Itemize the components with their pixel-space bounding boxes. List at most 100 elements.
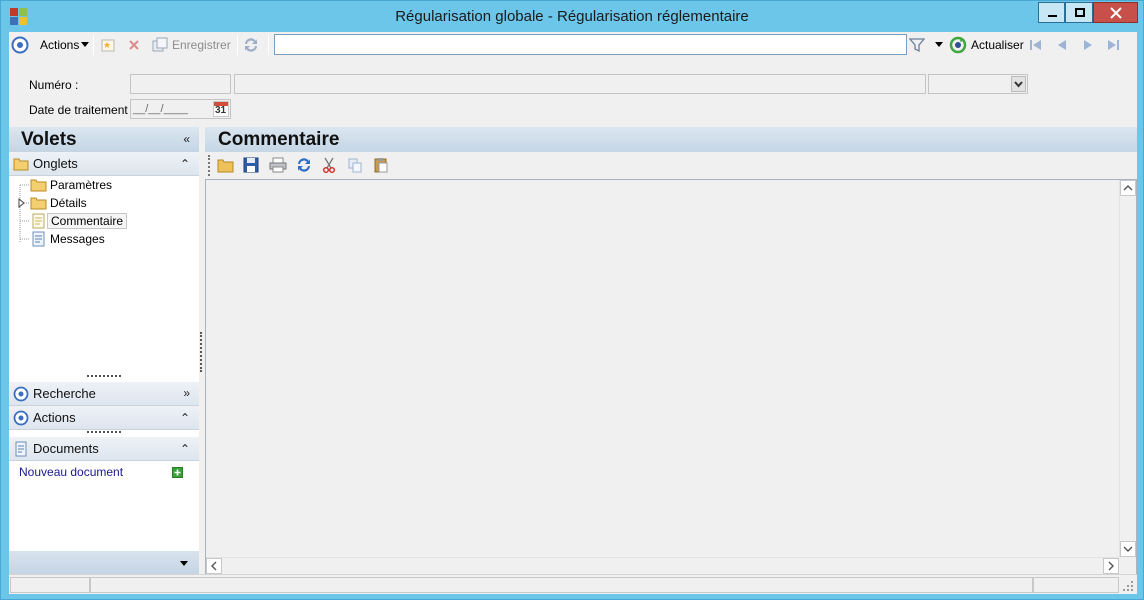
chevron-down-icon xyxy=(1014,81,1023,88)
nav-target-button[interactable] xyxy=(11,35,29,55)
numero-field[interactable] xyxy=(130,74,231,94)
new-document-link[interactable]: Nouveau document xyxy=(19,465,189,481)
first-record-button[interactable] xyxy=(1028,35,1044,55)
copy-icon xyxy=(348,158,362,173)
resize-grip-icon[interactable] xyxy=(1122,580,1134,592)
cut-button[interactable] xyxy=(321,155,337,175)
copy-button[interactable] xyxy=(347,155,363,175)
first-icon xyxy=(1030,40,1041,50)
close-button[interactable] xyxy=(1093,2,1138,23)
toolbar-separator xyxy=(93,35,94,55)
save-document-button[interactable] xyxy=(243,155,259,175)
numero-description-field[interactable] xyxy=(234,74,926,94)
panel-footer[interactable] xyxy=(9,551,199,575)
expand-arrow-icon[interactable] xyxy=(17,197,27,208)
tabs-tree: Paramètres Détails Commentaire Messages xyxy=(9,176,199,346)
scroll-up-button[interactable] xyxy=(1120,180,1136,196)
tree-item-messages[interactable]: Messages xyxy=(30,230,108,247)
vertical-scrollbar[interactable] xyxy=(1119,180,1136,557)
paste-button[interactable] xyxy=(373,155,389,175)
open-folder-icon xyxy=(217,159,234,172)
scroll-right-button[interactable] xyxy=(1103,558,1119,574)
actions-section-header[interactable]: Actions ⌃ xyxy=(9,406,199,430)
vertical-splitter[interactable] xyxy=(200,332,203,372)
tabs-section-header[interactable]: Onglets ⌃ xyxy=(9,152,199,176)
title-bar[interactable]: Régularisation globale - Régularisation … xyxy=(1,1,1143,32)
tabs-section-title: Onglets xyxy=(33,156,78,171)
tree-item-label: Détails xyxy=(50,195,87,210)
client-area: Actions Enregistrer Actualiser Numéro: … xyxy=(9,32,1137,594)
reload-icon xyxy=(298,158,310,172)
main-toolbar: Actions Enregistrer Actualiser xyxy=(9,32,1137,58)
tree-item-details[interactable]: Détails xyxy=(17,194,90,211)
comment-editor[interactable] xyxy=(205,179,1137,575)
actions-menu-label: Actions xyxy=(40,38,80,52)
previous-record-button[interactable] xyxy=(1054,35,1070,55)
search-section-title: Recherche xyxy=(33,386,96,401)
chevron-up-icon[interactable]: ⌃ xyxy=(180,157,190,171)
filter-button[interactable] xyxy=(909,35,925,55)
dropdown-button[interactable] xyxy=(1011,76,1026,92)
sync-button[interactable] xyxy=(242,35,260,55)
toolbar-separator xyxy=(268,35,269,55)
open-button[interactable] xyxy=(217,155,234,175)
maximize-icon xyxy=(1075,8,1085,17)
maximize-button[interactable] xyxy=(1065,2,1093,23)
date-label: Date de traitement : xyxy=(29,103,135,117)
new-button[interactable] xyxy=(100,35,116,55)
tree-item-commentaire[interactable]: Commentaire xyxy=(30,212,128,229)
date-mask: __/__/____ xyxy=(133,103,189,115)
documents-section-header[interactable]: Documents ⌃ xyxy=(9,437,199,461)
search-section-header[interactable]: Recherche » xyxy=(9,382,199,406)
calendar-button[interactable]: 31 xyxy=(213,101,229,117)
refresh-icon xyxy=(949,36,967,54)
date-field[interactable]: __/__/____ 31 xyxy=(130,99,231,119)
minimize-button[interactable] xyxy=(1038,2,1065,23)
collapse-panel-icon[interactable]: « xyxy=(183,132,190,146)
scroll-left-button[interactable] xyxy=(206,558,222,574)
add-icon[interactable] xyxy=(172,467,183,478)
horizontal-scrollbar[interactable] xyxy=(206,557,1119,574)
chevron-up-icon[interactable]: ⌃ xyxy=(180,411,190,425)
chevron-right-icon xyxy=(1108,561,1114,571)
refresh-button[interactable]: Actualiser xyxy=(949,35,1024,55)
next-record-button[interactable] xyxy=(1080,35,1096,55)
tree-item-parametres[interactable]: Paramètres xyxy=(30,176,115,193)
status-cell xyxy=(10,577,90,593)
sync-icon xyxy=(245,38,257,52)
splitter-grip[interactable] xyxy=(87,375,121,377)
save-icon xyxy=(152,37,168,52)
scroll-down-button[interactable] xyxy=(1120,541,1136,557)
numero-label: Numéro : xyxy=(29,78,79,92)
filter-dropdown-button[interactable] xyxy=(935,35,944,55)
numero-select[interactable] xyxy=(928,74,1028,94)
status-cell xyxy=(90,577,1033,593)
chevron-up-icon[interactable]: ⌃ xyxy=(180,442,190,456)
save-label: Enregistrer xyxy=(172,38,231,52)
search-input[interactable] xyxy=(274,34,907,55)
documents-section-title: Documents xyxy=(33,441,99,456)
reload-button[interactable] xyxy=(295,155,313,175)
folder-icon xyxy=(30,197,47,209)
editor-toolbar xyxy=(205,152,1137,179)
last-icon xyxy=(1108,40,1119,50)
target-icon xyxy=(13,386,29,402)
chevron-up-icon xyxy=(1123,185,1133,191)
print-button[interactable] xyxy=(269,155,287,175)
toolbar-separator xyxy=(237,35,238,55)
last-record-button[interactable] xyxy=(1105,35,1121,55)
actions-menu-button[interactable]: Actions xyxy=(40,35,90,55)
side-panel: Volets « Onglets ⌃ Paramètres Détails Co… xyxy=(9,127,199,575)
splitter-grip[interactable] xyxy=(87,431,121,433)
toolbar-grip[interactable] xyxy=(208,155,210,176)
delete-icon xyxy=(129,40,139,50)
document-icon xyxy=(32,213,45,228)
new-document-label: Nouveau document xyxy=(19,465,124,479)
next-icon xyxy=(1084,40,1092,50)
folder-icon xyxy=(13,158,29,171)
minimize-icon xyxy=(1048,15,1057,17)
save-button[interactable]: Enregistrer xyxy=(152,35,231,55)
chevron-down-double-icon[interactable]: » xyxy=(183,386,190,400)
delete-button[interactable] xyxy=(126,35,142,55)
window-title: Régularisation globale - Régularisation … xyxy=(395,8,749,25)
